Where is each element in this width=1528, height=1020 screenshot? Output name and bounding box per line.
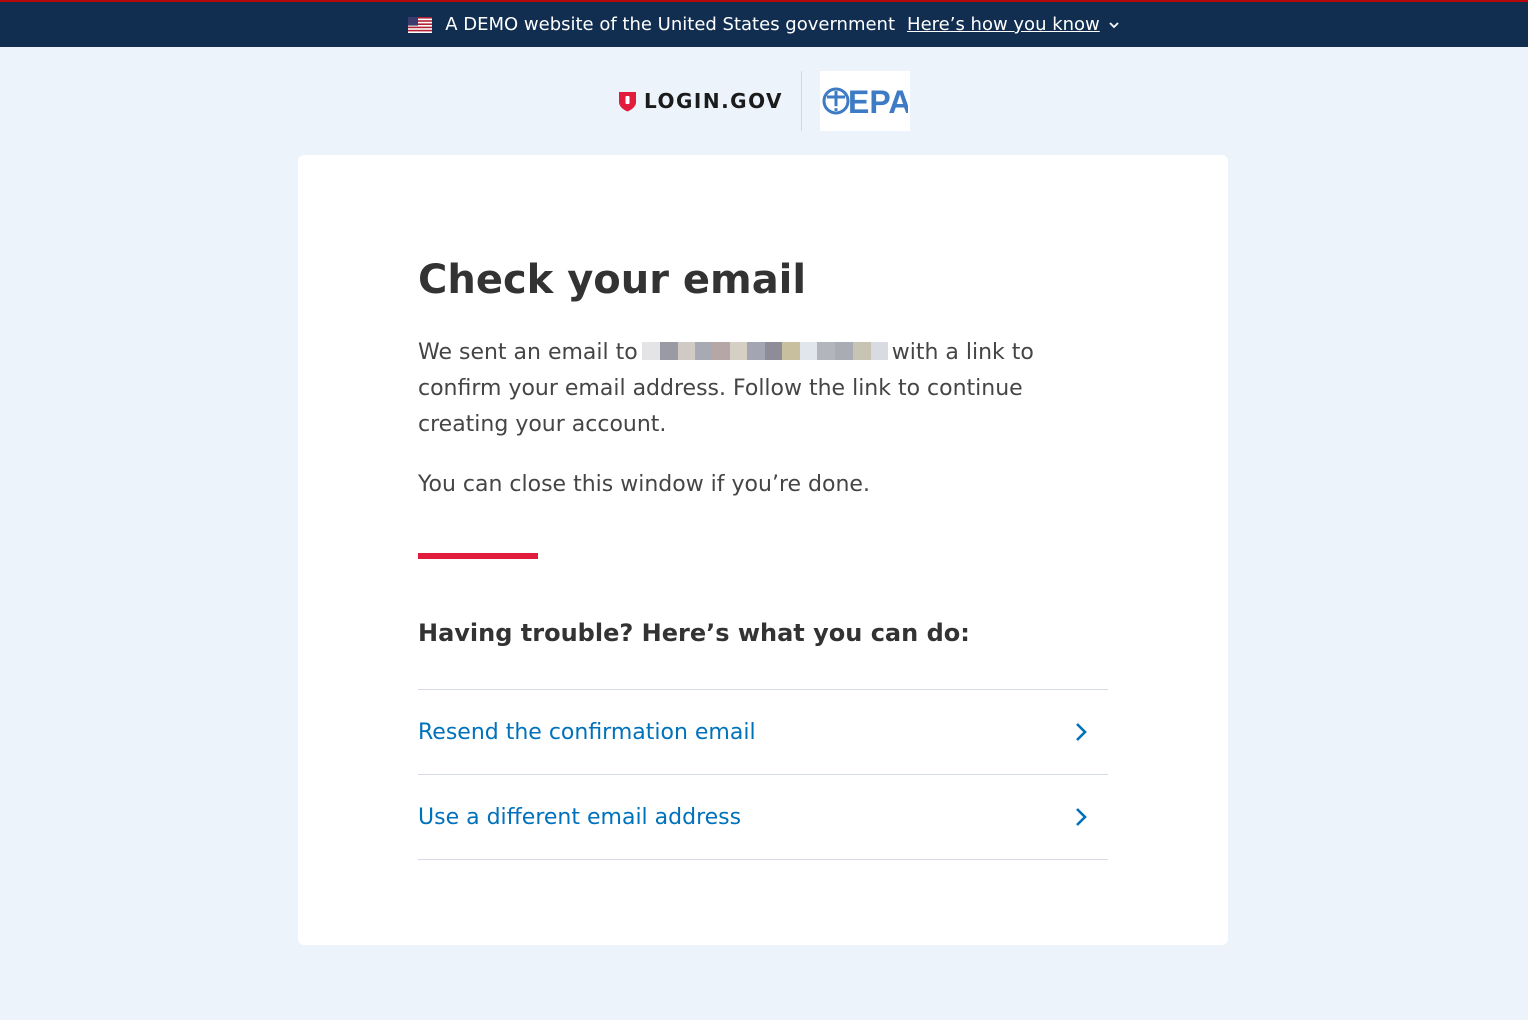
login-logo-text: LOGIN.GOV: [643, 89, 784, 113]
card-content: Check your email We sent an email to with…: [418, 255, 1108, 860]
shield-icon: [618, 92, 636, 112]
chevron-right-icon: [1076, 808, 1087, 826]
banner-text: A DEMO website of the United States gove…: [445, 14, 896, 35]
option-label: Resend the confirmation email: [418, 719, 756, 745]
trouble-heading: Having trouble? Here’s what you can do:: [418, 619, 970, 647]
epa-seal-icon: EPA: [822, 84, 908, 119]
option-label: Use a different email address: [418, 804, 742, 830]
close-window-note: You can close this window if you’re done…: [418, 472, 870, 497]
confirmation-card: Check your email We sent an email to with…: [298, 155, 1228, 945]
sent-email-message: We sent an email to with a link to confir…: [418, 335, 1058, 443]
banner-link-label: Here’s how you know: [907, 14, 1100, 35]
us-flag-icon: [408, 16, 433, 33]
chevron-right-icon: [1076, 723, 1087, 741]
message-before: We sent an email to: [418, 340, 638, 365]
accent-divider: [418, 553, 538, 559]
heres-how-you-know-link[interactable]: Here’s how you know: [907, 14, 1120, 35]
redacted-email: [641, 342, 888, 360]
page-title: Check your email: [418, 257, 807, 303]
gov-banner: A DEMO website of the United States gove…: [0, 0, 1528, 47]
epa-logo: EPA: [820, 71, 911, 131]
use-different-email-link[interactable]: Use a different email address: [418, 775, 1108, 860]
svg-text:EPA: EPA: [848, 84, 908, 119]
header-logos: LOGIN.GOV EPA: [0, 47, 1528, 155]
login-gov-logo: LOGIN.GOV: [618, 89, 783, 113]
logo-divider: [801, 71, 803, 131]
trouble-options-list: Resend the confirmation email Use a diff…: [418, 689, 1108, 860]
chevron-down-icon: [1109, 21, 1119, 28]
resend-confirmation-email-link[interactable]: Resend the confirmation email: [418, 690, 1108, 775]
